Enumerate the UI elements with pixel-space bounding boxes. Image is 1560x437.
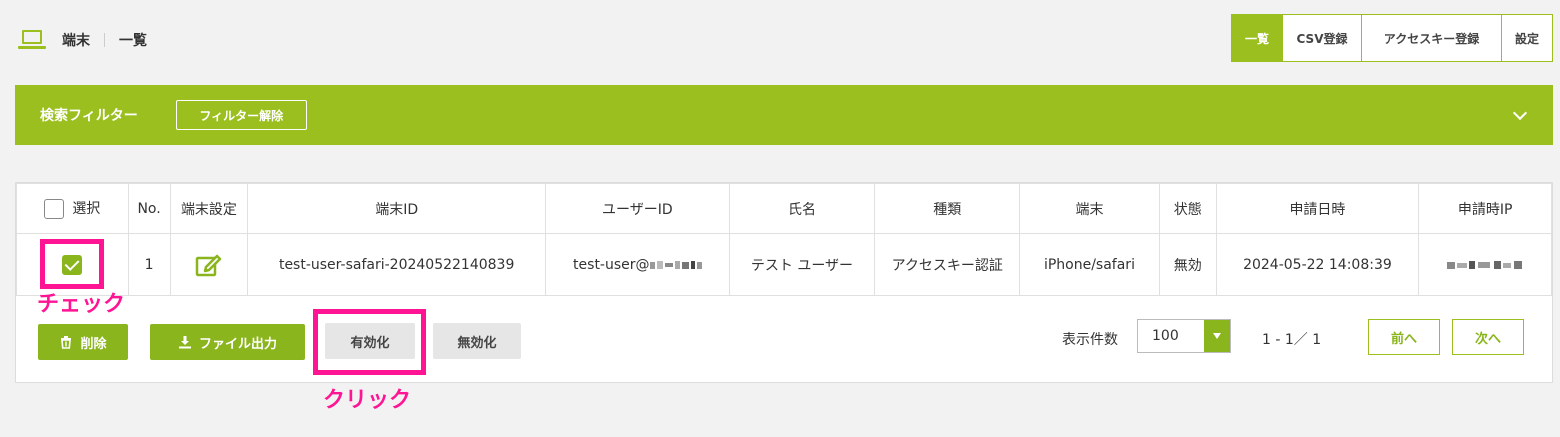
per-page-label: 表示件数	[1062, 332, 1118, 348]
page-header: 端末 一覧	[18, 28, 147, 52]
click-annotation: クリック	[323, 388, 412, 413]
laptop-icon	[18, 28, 46, 52]
col-select: 選択	[16, 183, 129, 234]
filter-title: 検索フィルター	[40, 108, 138, 124]
checkbox-highlight	[40, 239, 104, 289]
col-user-id: ユーザーID	[544, 183, 730, 234]
cell-user-id: test-user@	[544, 233, 730, 296]
cell-applied-at: 2024-05-22 14:08:39	[1215, 233, 1420, 296]
cell-no: 1	[127, 233, 171, 296]
nav-access-key-button[interactable]: アクセスキー登録	[1361, 15, 1501, 61]
redacted-ip	[1447, 260, 1523, 269]
col-name: 氏名	[728, 183, 876, 234]
col-type: 種類	[874, 183, 1021, 234]
trash-icon	[61, 336, 72, 349]
nav-csv-import-button[interactable]: CSV登録	[1282, 15, 1361, 61]
top-nav: 一覧 CSV登録 アクセスキー登録 設定	[1231, 14, 1553, 62]
dropdown-arrow-icon[interactable]	[1204, 320, 1230, 352]
col-status: 状態	[1158, 183, 1217, 234]
page-range: 1 - 1／ 1	[1262, 332, 1322, 348]
breadcrumb-section[interactable]: 端末	[62, 30, 90, 50]
nav-list-button[interactable]: 一覧	[1232, 15, 1282, 61]
export-file-button[interactable]: ファイル出力	[150, 324, 305, 360]
cell-type: アクセスキー認証	[874, 233, 1021, 296]
per-page-value: 100	[1152, 328, 1179, 344]
prev-page-button[interactable]: 前へ	[1368, 319, 1440, 355]
breadcrumb-separator	[104, 33, 105, 47]
redacted-text	[649, 260, 702, 269]
search-filter-bar[interactable]: 検索フィルター フィルター解除	[15, 85, 1553, 145]
cell-status: 無効	[1158, 233, 1217, 296]
next-page-button[interactable]: 次へ	[1452, 319, 1524, 355]
cell-name: テスト ユーザー	[728, 233, 876, 296]
delete-button[interactable]: 削除	[38, 324, 128, 360]
col-applied-at: 申請日時	[1215, 183, 1420, 234]
nav-settings-button[interactable]: 設定	[1501, 15, 1552, 61]
col-device-id: 端末ID	[247, 183, 546, 234]
chevron-down-icon[interactable]	[1512, 105, 1528, 121]
device-table: 選択 No. 端末設定 端末ID ユーザーID 氏名 種類 端末 状態 申請日時…	[16, 183, 1552, 296]
col-device-settings: 端末設定	[169, 183, 249, 234]
check-annotation: チェック	[37, 292, 126, 317]
col-applied-ip: 申請時IP	[1418, 183, 1552, 234]
cell-device-id: test-user-safari-20240522140839	[247, 233, 546, 296]
cell-device: iPhone/safari	[1019, 233, 1160, 296]
cell-settings	[169, 233, 249, 296]
table-row: 1 test-user-safari-20240522140839 test-u…	[16, 233, 1552, 296]
col-no: No.	[127, 183, 171, 234]
cell-applied-ip	[1418, 233, 1552, 296]
download-icon	[178, 336, 191, 349]
per-page-select[interactable]: 100	[1137, 319, 1231, 353]
edit-icon[interactable]	[195, 252, 223, 278]
col-device: 端末	[1019, 183, 1160, 234]
enable-button-highlight	[313, 309, 426, 375]
table-header-row: 選択 No. 端末設定 端末ID ユーザーID 氏名 種類 端末 状態 申請日時…	[16, 183, 1552, 234]
breadcrumb-page: 一覧	[119, 33, 147, 49]
clear-filter-button[interactable]: フィルター解除	[175, 100, 307, 130]
disable-button[interactable]: 無効化	[433, 323, 521, 359]
select-all-checkbox[interactable]	[44, 199, 65, 219]
